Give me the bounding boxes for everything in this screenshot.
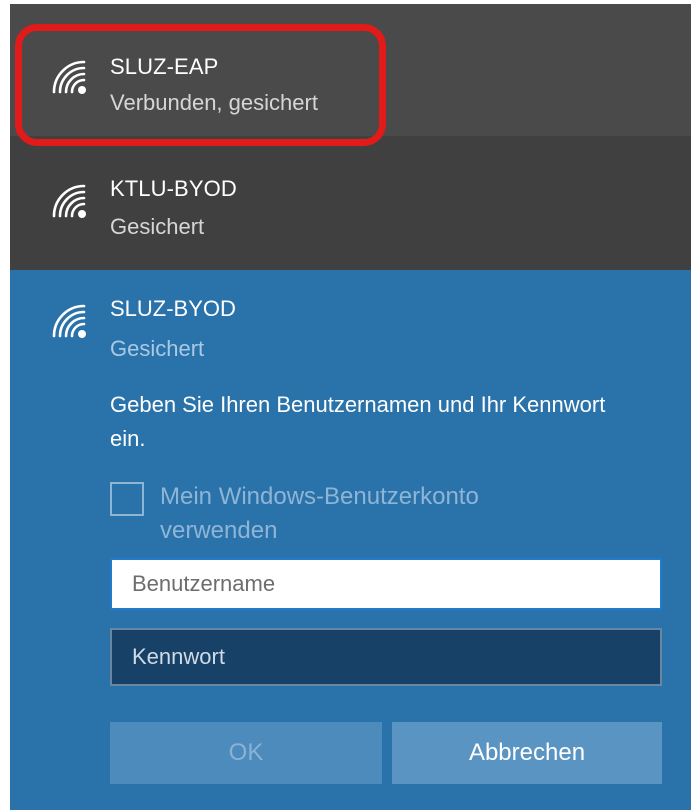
network-name: SLUZ-BYOD bbox=[110, 296, 236, 321]
network-status: Gesichert bbox=[110, 336, 205, 361]
wifi-icon bbox=[52, 304, 86, 338]
password-input[interactable] bbox=[110, 628, 662, 686]
username-input[interactable] bbox=[110, 558, 662, 610]
network-item-ktlu-byod[interactable]: KTLU-BYOD Gesichert bbox=[10, 136, 691, 270]
use-windows-account-label[interactable]: Mein Windows-Benutzerkonto verwenden bbox=[160, 480, 580, 548]
cancel-button[interactable]: Abbrechen bbox=[392, 722, 662, 784]
network-status: Gesichert bbox=[110, 214, 205, 239]
highlight-annotation bbox=[15, 24, 386, 146]
wifi-icon bbox=[52, 184, 86, 218]
wifi-flyout: SLUZ-EAP Verbunden, gesichert KTLU-BYOD … bbox=[10, 4, 691, 810]
use-windows-account-checkbox[interactable] bbox=[110, 482, 144, 516]
network-name: KTLU-BYOD bbox=[110, 176, 237, 201]
ok-button[interactable]: OK bbox=[110, 722, 382, 784]
credentials-prompt: Geben Sie Ihren Benutzernamen und Ihr Ke… bbox=[110, 392, 606, 451]
network-item-sluz-byod-expanded: SLUZ-BYOD Gesichert Geben Sie Ihren Benu… bbox=[10, 270, 691, 810]
